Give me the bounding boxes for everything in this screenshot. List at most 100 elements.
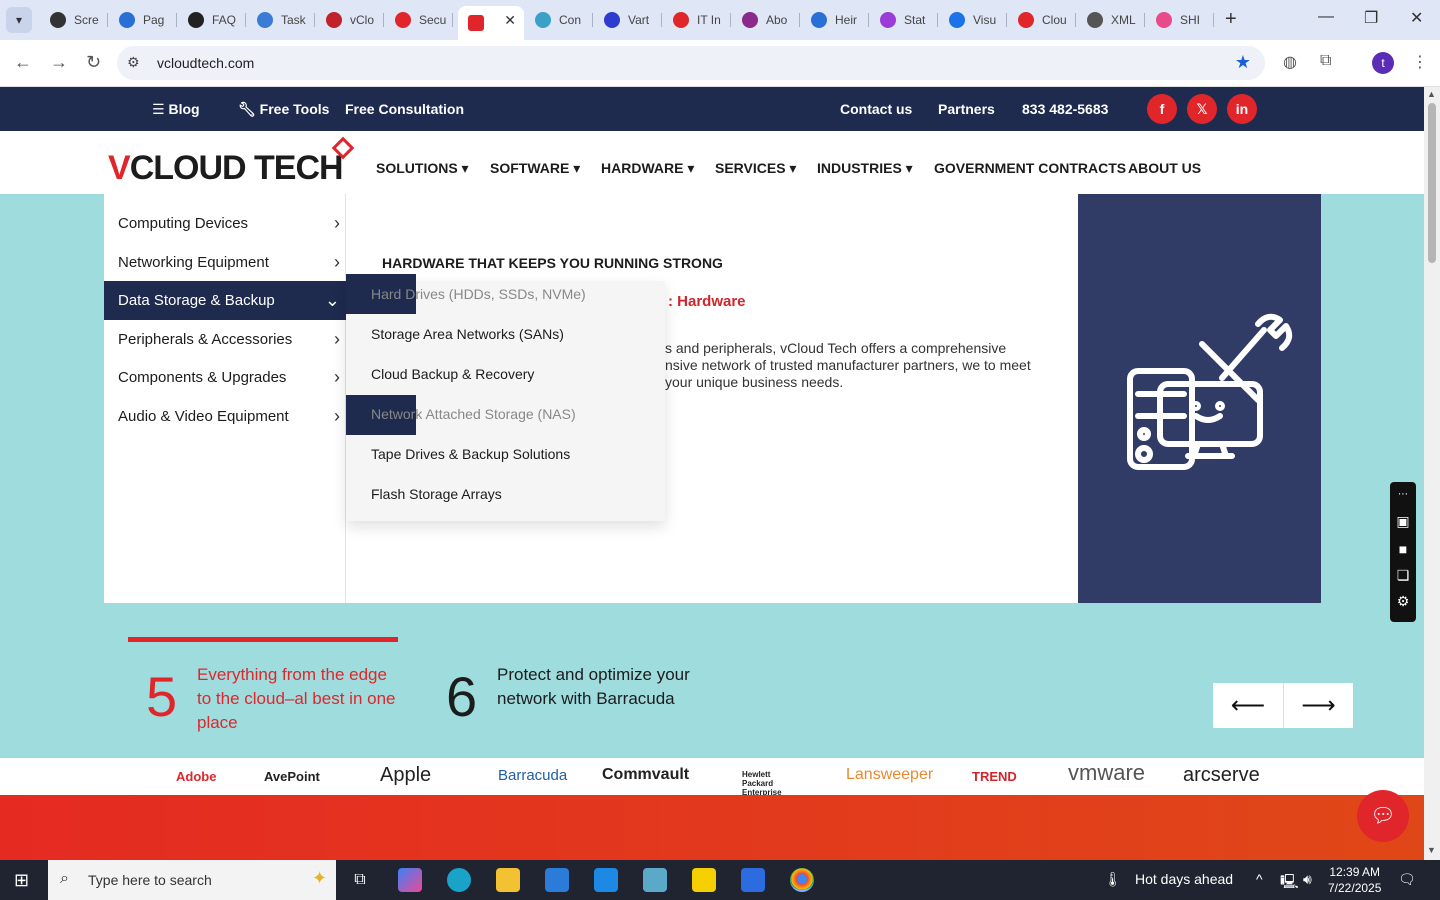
submenu-item[interactable]: Flash Storage Arrays [346,474,665,514]
back-button[interactable]: ← [14,52,32,73]
contact-link[interactable]: Contact us [840,101,912,117]
sticky-notes-icon[interactable] [692,868,716,892]
tab-separator [452,13,453,27]
file-explorer-icon[interactable] [496,868,520,892]
copilot-icon[interactable] [398,868,422,892]
new-tab-button[interactable]: + [1225,8,1237,31]
submenu-item[interactable]: Tape Drives & Backup Solutions [346,434,665,474]
nav-software[interactable]: SOFTWARE ▾ [490,160,580,177]
nav-solutions[interactable]: SOLUTIONS ▾ [376,160,469,177]
browser-tab[interactable]: Clou [1008,6,1076,34]
camera-icon[interactable]: ▣ [1394,512,1412,530]
submenu-item[interactable]: Hard Drives (HDDs, SSDs, NVMe) [346,274,665,314]
volume-icon[interactable]: 🔊︎ [1303,871,1312,888]
nav-services[interactable]: SERVICES ▾ [715,160,796,177]
clock-date: 7/22/2025 [1328,881,1382,895]
chrome-icon[interactable] [790,868,814,892]
blog-link[interactable]: ☰ Blog [152,101,200,118]
tray-chevron-icon[interactable]: ^ [1256,871,1263,887]
taskbar-search[interactable]: ⌕ Type here to search ✦ [48,860,336,900]
browser-tab[interactable]: IT In [663,6,731,34]
network-icon[interactable]: 🖳︎ [1280,871,1299,895]
free-tools-link[interactable]: 🔧︎ Free Tools [238,101,329,118]
zoom-icon[interactable] [741,868,765,892]
tool-options-icon[interactable]: ⋯ [1394,486,1412,504]
browser-tab[interactable]: Secu [385,6,453,34]
scroll-down-arrow[interactable]: ▼ [1427,845,1436,855]
carousel-next-button[interactable]: ⟶ [1283,683,1353,728]
system-clock[interactable]: 12:39 AM 7/22/2025 [1328,864,1381,896]
browser-tab[interactable]: Heir [801,6,869,34]
minimize-button[interactable]: — [1318,8,1334,26]
category-label: Computing Devices [118,215,249,232]
settings-gear-icon[interactable]: ⚙ [1394,592,1412,610]
browser-tab[interactable]: vClo [316,6,384,34]
reload-button[interactable]: ↻ [86,52,101,73]
nav-hardware[interactable]: HARDWARE ▾ [601,160,694,177]
browser-tab[interactable]: Vart [594,6,662,34]
x-twitter-icon[interactable]: 𝕏 [1187,94,1217,124]
close-window-button[interactable]: ✕ [1410,8,1423,28]
active-browser-tab[interactable]: ✕ [458,6,524,40]
submenu-item[interactable]: Storage Area Networks (SANs) [346,314,665,354]
weather-text[interactable]: Hot days ahead [1135,871,1233,887]
extensions-icon[interactable]: ⧉ [1320,52,1331,70]
forward-button[interactable]: → [50,52,68,73]
linkedin-icon[interactable]: in [1227,94,1257,124]
browser-tab[interactable]: Scre [40,6,108,34]
browser-tab[interactable]: Pag [109,6,177,34]
bookmark-star-icon[interactable]: ★ [1235,52,1251,73]
edge-icon[interactable] [447,868,471,892]
scroll-thumb[interactable] [1428,103,1436,263]
browser-tab[interactable]: SHI [1146,6,1214,34]
scroll-up-arrow[interactable]: ▲ [1427,89,1436,99]
chat-icon[interactable]: 💬︎ [1357,790,1409,842]
tab-separator [799,13,800,27]
nav-about-us[interactable]: ABOUT US [1128,160,1201,176]
browser-tab[interactable]: XML [1077,6,1145,34]
browser-tab[interactable]: Task [247,6,315,34]
tab-label: Pag [143,13,165,27]
url-text: vcloudtech.com [157,55,255,71]
category-item[interactable]: Peripherals & Accessories › [104,320,346,359]
brand-avepoint: AvePoint [264,769,320,784]
site-info-icon[interactable]: ⚙ [127,54,140,71]
partners-link[interactable]: Partners [938,101,995,117]
carousel-prev-button[interactable]: ⟵ [1213,683,1283,728]
site-logo[interactable]: VCLOUD TECH [108,149,344,188]
tab-search-button[interactable]: ▾ [6,7,32,33]
browser-tab[interactable]: Abo [732,6,800,34]
close-tab-icon[interactable]: ✕ [504,12,516,29]
mail-icon[interactable] [594,868,618,892]
profile-avatar[interactable]: t [1372,52,1394,74]
store-icon[interactable] [545,868,569,892]
page-scrollbar[interactable]: ▲ ▼ [1424,87,1440,860]
browser-tab[interactable]: Visu [939,6,1007,34]
category-item[interactable]: Networking Equipment › [104,243,346,282]
app-icon[interactable] [643,868,667,892]
task-view-icon[interactable]: ⧉ [348,868,372,892]
category-item[interactable]: Audio & Video Equipment › [104,397,346,436]
globe-icon[interactable]: ◍ [1283,52,1297,72]
submenu-item[interactable]: Cloud Backup & Recovery [346,354,665,394]
browser-tab-strip: ▾ Scre Pag FAQ Task vClo Secu Con Vart IT In Abo H… [0,0,1440,40]
category-item[interactable]: Computing Devices › [104,204,346,243]
browser-tab[interactable]: FAQ [178,6,246,34]
video-icon[interactable]: ■ [1394,540,1412,558]
phone-link[interactable]: 833 482-5683 [1022,101,1108,117]
maximize-button[interactable]: ❐ [1364,8,1378,28]
browser-tab[interactable]: Stat [870,6,938,34]
address-bar[interactable]: ⚙ vcloudtech.com ★ [117,46,1265,80]
nav-government-contracts[interactable]: GOVERNMENT CONTRACTS [934,160,1126,176]
facebook-icon[interactable]: f [1147,94,1177,124]
nav-label: HARDWARE [601,160,684,176]
category-item[interactable]: Components & Upgrades › [104,358,346,397]
nav-industries[interactable]: INDUSTRIES ▾ [817,160,913,177]
copy-icon[interactable]: ❏ [1394,566,1412,584]
browser-menu-icon[interactable]: ⋮ [1412,52,1428,72]
browser-tab[interactable]: Con [525,6,593,34]
windows-start-icon[interactable]: ⊞ [14,870,29,891]
free-consultation-link[interactable]: Free Consultation [345,101,464,117]
notifications-icon[interactable]: 🗨︎ [1398,871,1416,888]
submenu-item[interactable]: Network Attached Storage (NAS) [346,394,665,434]
